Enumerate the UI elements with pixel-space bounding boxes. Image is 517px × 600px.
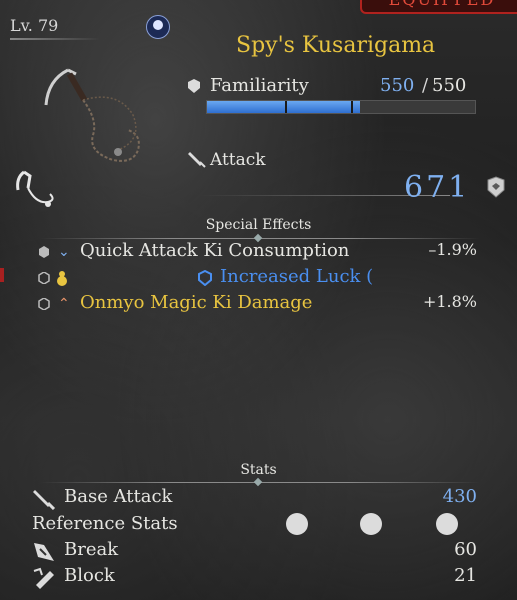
familiarity-bar-fill [207,101,360,113]
hexagon-slot-icon [38,298,50,310]
stat-value: 21 [454,565,477,586]
reference-stats-label: Reference Stats [32,513,178,534]
attack-icon [188,152,206,168]
break-icon [34,543,54,561]
familiarity-separator: / [422,75,429,96]
break-row: Break 60 [0,539,517,565]
equipped-badge: EQUIPPED [360,0,517,14]
stat-value: 60 [454,539,477,560]
stats-heading: Stats [240,462,277,478]
familiarity-bar-segment [285,101,287,113]
stat-label: Base Attack [64,486,173,507]
effect-label: Increased Luck ( [220,266,374,287]
kusarigama-small-icon [16,170,54,207]
hexagon-slot-icon [39,246,49,258]
level-label: Lv. 79 [10,16,59,35]
level-underline [10,38,100,40]
familiarity-bar-segment [351,101,353,113]
block-row: Block 21 [0,565,517,591]
familiarity-label: Familiarity [210,75,309,96]
skill-stat-icon[interactable] [360,513,382,535]
clan-emblem-icon [146,15,170,39]
effect-label: Quick Attack Ki Consumption [80,240,350,261]
attack-label: Attack [210,150,266,170]
sword-icon [33,490,56,510]
down-chevron-icon: ⌄ [58,244,70,260]
base-attack-row: Base Attack 430 [0,486,517,512]
effect-label: Onmyo Magic Ki Damage [80,292,313,313]
gourd-icon [57,271,67,286]
block-icon [33,567,54,589]
divider-ornament [253,477,263,487]
effect-row[interactable]: ⌃ Onmyo Magic Ki Damage +1.8% [0,292,517,318]
up-chevron-icon: ⌃ [58,296,70,312]
kusarigama-image [44,68,140,162]
effect-row[interactable]: ⌄ Quick Attack Ki Consumption –1.9% [0,240,517,266]
stat-label: Break [64,539,119,560]
hexagon-slot-icon [38,272,50,284]
effect-value: +1.8% [422,292,477,311]
strength-stat-icon[interactable] [286,513,308,535]
familiarity-bar [206,100,476,114]
weapon-title: Spy's Kusarigama [236,33,436,58]
familiarity-current: 550 [380,75,415,96]
familiarity-max: 550 [432,75,467,96]
familiarity-icon [188,79,200,93]
shield-icon [198,270,212,286]
effect-value: –1.9% [428,240,477,259]
stat-label: Block [64,565,115,586]
attack-value: 671 [404,170,471,205]
special-effects-heading: Special Effects [205,217,312,233]
dexterity-stat-icon[interactable] [436,513,458,535]
stat-value: 430 [442,486,477,507]
attack-gem-icon [487,176,505,198]
effect-row[interactable]: Increased Luck ( [0,266,517,292]
